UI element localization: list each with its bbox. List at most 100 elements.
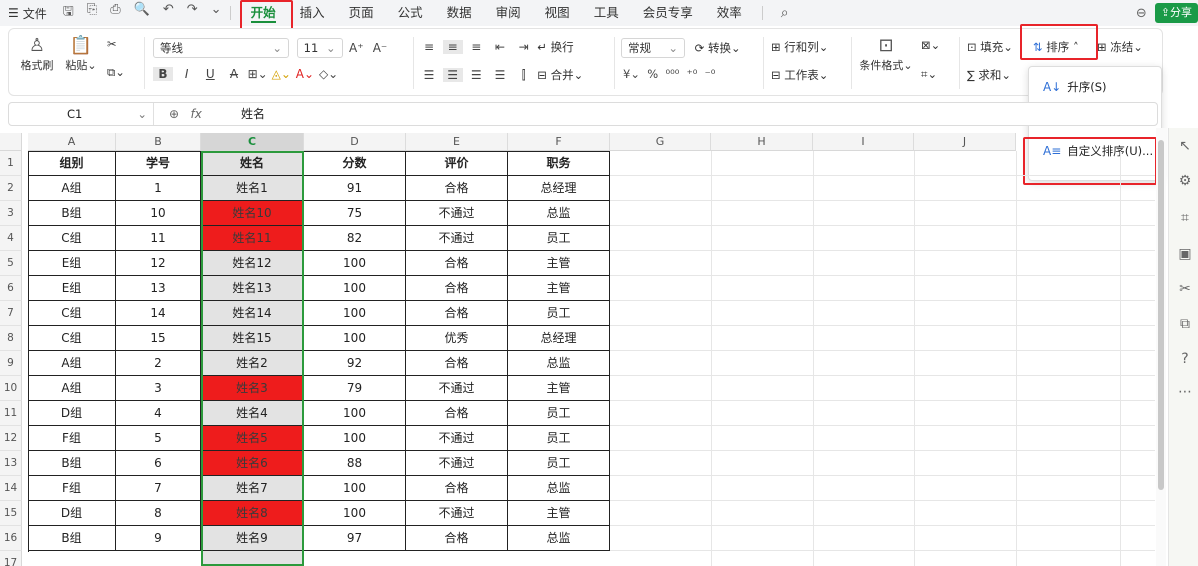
tab-9[interactable]: 效率 (705, 0, 754, 26)
worksheet-button[interactable]: ⊟ 工作表⌄ (771, 67, 828, 83)
column-header-g[interactable]: G (610, 133, 711, 151)
table-cell[interactable]: 合格 (406, 401, 508, 426)
row-header[interactable]: 4 (0, 226, 22, 251)
row-header[interactable]: 12 (0, 426, 22, 451)
print-preview-icon[interactable]: 🔍 (134, 2, 150, 24)
column-header-f[interactable]: F (508, 133, 610, 151)
table-cell[interactable]: 10 (116, 201, 201, 226)
table-cell[interactable]: 姓名7 (201, 476, 304, 501)
indent-decrease-icon[interactable]: ⇤ (490, 40, 510, 54)
chat-icon[interactable]: ⊖ (1136, 6, 1147, 21)
table-cell[interactable]: 姓名14 (201, 301, 304, 326)
table-cell[interactable]: 姓名6 (201, 451, 304, 476)
align-bottom-icon[interactable]: ≡ (466, 40, 486, 54)
table-cell[interactable]: 总监 (508, 201, 610, 226)
more-icon[interactable]: ⋯ (1175, 384, 1195, 400)
row-header[interactable]: 2 (0, 176, 22, 201)
table-cell[interactable]: 100 (304, 501, 406, 526)
table-cell[interactable]: 员工 (508, 226, 610, 251)
tab-6[interactable]: 视图 (533, 0, 582, 26)
table-cell[interactable]: 合格 (406, 276, 508, 301)
image-icon[interactable]: ▣ (1175, 246, 1195, 262)
convert-button[interactable]: ⟳ 转换⌄ (695, 41, 741, 55)
row-header[interactable]: 7 (0, 301, 22, 326)
number-format-select[interactable]: 常规 ⌄ (621, 38, 685, 58)
table-cell[interactable]: A组 (28, 376, 116, 401)
font-grow-icon[interactable]: A⁺ (346, 41, 366, 55)
cell-style-icon[interactable]: ⊠⌄ (921, 38, 940, 52)
table-cell[interactable]: 姓名12 (201, 251, 304, 276)
save-icon[interactable]: 🖫 (63, 2, 74, 24)
row-header[interactable]: 13 (0, 451, 22, 476)
table-cell[interactable]: 不通过 (406, 501, 508, 526)
rows-cols-button[interactable]: ⊞ 行和列⌄ (771, 39, 828, 55)
align-right-icon[interactable]: ☰ (466, 68, 486, 82)
column-header-a[interactable]: A (28, 133, 116, 151)
decimal-increase-icon[interactable]: ⁺⁰ (687, 67, 698, 81)
table-cell[interactable]: 5 (116, 426, 201, 451)
border-icon[interactable]: ⊞⌄ (248, 67, 268, 81)
table-cell[interactable]: E组 (28, 276, 116, 301)
font-size-select[interactable]: 11 ⌄ (296, 38, 343, 58)
table-cell[interactable]: D组 (28, 501, 116, 526)
row-header[interactable]: 3 (0, 201, 22, 226)
table-cell[interactable]: 100 (304, 401, 406, 426)
table-cell[interactable]: 姓名1 (201, 176, 304, 201)
table-cell[interactable]: 姓名4 (201, 401, 304, 426)
column-header-j[interactable]: J (914, 133, 1016, 151)
tab-1[interactable]: 插入 (288, 0, 337, 26)
table-cell[interactable]: 100 (304, 426, 406, 451)
indent-increase-icon[interactable]: ⇥ (514, 40, 534, 54)
column-header-i[interactable]: I (813, 133, 914, 151)
table-cell[interactable]: 姓名11 (201, 226, 304, 251)
table-cell[interactable]: 不通过 (406, 376, 508, 401)
search-icon[interactable]: ⌕ (781, 5, 789, 21)
clipboard-icon[interactable]: ⧉ (1175, 316, 1195, 332)
thousands-icon[interactable]: ⁰⁰⁰ (666, 67, 680, 81)
table-cell[interactable]: 合格 (406, 176, 508, 201)
file-menu[interactable]: ☰ 文件 (0, 5, 47, 22)
align-center-icon[interactable]: ☰ (442, 68, 463, 82)
column-header-b[interactable]: B (116, 133, 201, 151)
row-header[interactable]: 11 (0, 401, 22, 426)
table-cell[interactable]: 员工 (508, 451, 610, 476)
row-header[interactable]: 14 (0, 476, 22, 501)
tab-5[interactable]: 审阅 (484, 0, 533, 26)
table-cell[interactable]: 6 (116, 451, 201, 476)
table-cell[interactable]: 4 (116, 401, 201, 426)
paste-button[interactable]: 📋 粘贴⌄ (61, 35, 101, 73)
table-cell[interactable]: 姓名5 (201, 426, 304, 451)
wrap-text-button[interactable]: ↵ 换行 (537, 40, 573, 54)
table-cell[interactable] (201, 551, 304, 566)
distribute-icon[interactable]: ⫿ (514, 68, 534, 83)
table-cell[interactable]: 主管 (508, 276, 610, 301)
table-cell[interactable]: 合格 (406, 301, 508, 326)
column-header-h[interactable]: H (711, 133, 813, 151)
table-cell[interactable]: C组 (28, 226, 116, 251)
table-cell[interactable]: B组 (28, 526, 116, 551)
crop-icon[interactable]: ⌗⌄ (921, 67, 937, 82)
table-cell[interactable]: 主管 (508, 501, 610, 526)
table-cell[interactable]: 合格 (406, 351, 508, 376)
table-cell[interactable]: 75 (304, 201, 406, 226)
currency-icon[interactable]: ¥⌄ (623, 67, 640, 81)
table-cell[interactable]: 100 (304, 476, 406, 501)
share-button[interactable]: ⇪分享 (1154, 3, 1198, 23)
copy-icon[interactable]: ⧉⌄ (107, 65, 125, 80)
table-cell[interactable]: 8 (116, 501, 201, 526)
cursor-icon[interactable]: ↖ (1175, 138, 1195, 154)
column-header-d[interactable]: D (304, 133, 406, 151)
table-cell[interactable]: 姓名13 (201, 276, 304, 301)
chevron-down-icon[interactable]: ⌄ (211, 2, 222, 24)
table-cell[interactable]: C组 (28, 326, 116, 351)
table-cell[interactable]: 79 (304, 376, 406, 401)
table-header-cell[interactable]: 组别 (28, 151, 116, 176)
row-header[interactable]: 10 (0, 376, 22, 401)
tools-icon[interactable]: ✂ (1175, 281, 1195, 297)
row-header[interactable]: 8 (0, 326, 22, 351)
row-header[interactable]: 15 (0, 501, 22, 526)
table-cell[interactable]: 不通过 (406, 451, 508, 476)
table-cell[interactable]: 不通过 (406, 226, 508, 251)
export-icon[interactable]: ⎘ (87, 2, 97, 24)
table-cell[interactable]: 不通过 (406, 201, 508, 226)
